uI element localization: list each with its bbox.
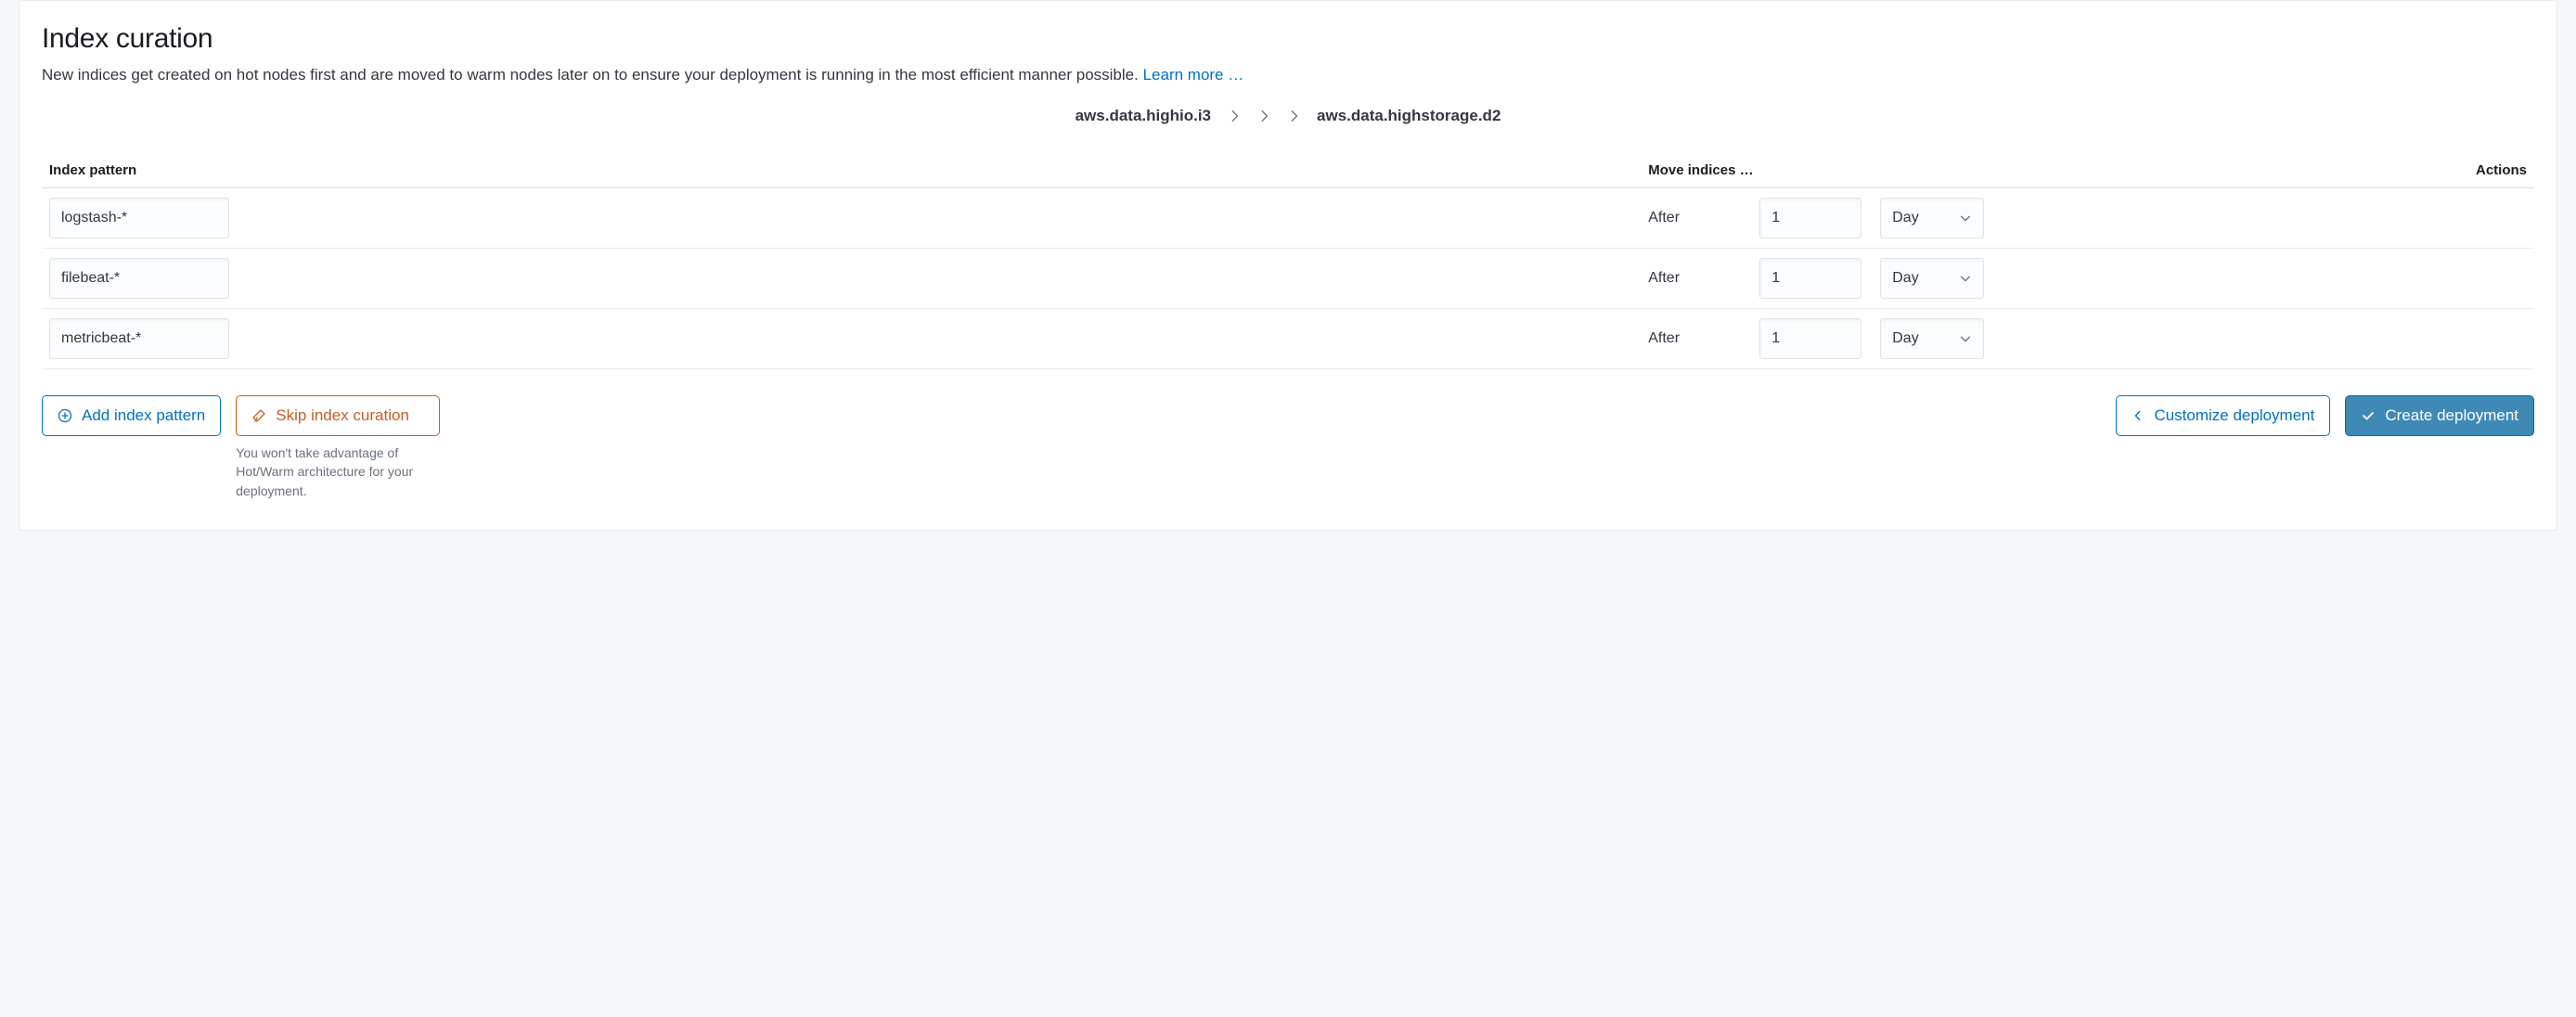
- skip-block: Skip index curation You won't take advan…: [236, 395, 440, 500]
- move-after-number-input[interactable]: [1759, 258, 1861, 299]
- table-row: After Day: [42, 249, 2534, 309]
- arrow-right-icon: [1287, 109, 1300, 122]
- after-label: After: [1641, 249, 1752, 309]
- check-icon: [2361, 408, 2376, 423]
- curation-rules-table: Index pattern Move indices … Actions Aft…: [42, 153, 2534, 369]
- index-curation-card: Index curation New indices get created o…: [19, 0, 2557, 531]
- node-transition-row: aws.data.highio.i3 aws.data.highstorage.…: [42, 107, 2534, 125]
- col-header-actions: Actions: [1993, 153, 2534, 188]
- chevron-down-icon: [1959, 212, 1972, 225]
- table-row: After Day: [42, 309, 2534, 369]
- index-pattern-input[interactable]: [49, 318, 229, 359]
- move-after-number-input[interactable]: [1759, 318, 1861, 359]
- table-row: After Day: [42, 188, 2534, 249]
- after-label: After: [1641, 188, 1752, 249]
- after-label: After: [1641, 309, 1752, 369]
- time-unit-select[interactable]: Day: [1880, 318, 1984, 359]
- customize-deployment-button[interactable]: Customize deployment: [2116, 395, 2330, 436]
- col-header-pattern: Index pattern: [42, 153, 1641, 188]
- footer-actions: Add index pattern Skip index curation Yo…: [42, 395, 2534, 500]
- description-text: New indices get created on hot nodes fir…: [42, 66, 1143, 84]
- skip-label: Skip index curation: [276, 406, 409, 425]
- create-label: Create deployment: [2385, 406, 2518, 425]
- add-index-pattern-button[interactable]: Add index pattern: [42, 395, 221, 436]
- page-description: New indices get created on hot nodes fir…: [42, 66, 2534, 84]
- source-node-label: aws.data.highio.i3: [1075, 107, 1211, 125]
- chevron-down-icon: [1959, 332, 1972, 345]
- move-after-number-input[interactable]: [1759, 198, 1861, 238]
- index-pattern-input[interactable]: [49, 198, 229, 238]
- index-pattern-input[interactable]: [49, 258, 229, 299]
- col-header-move: Move indices …: [1641, 153, 1993, 188]
- create-deployment-button[interactable]: Create deployment: [2345, 395, 2534, 436]
- chevron-down-icon: [1959, 272, 1972, 285]
- add-index-pattern-label: Add index pattern: [82, 406, 205, 425]
- time-unit-value: Day: [1892, 330, 1918, 347]
- plus-circle-icon: [58, 408, 72, 423]
- learn-more-link[interactable]: Learn more …: [1143, 66, 1244, 84]
- time-unit-select[interactable]: Day: [1880, 198, 1984, 238]
- time-unit-value: Day: [1892, 270, 1918, 287]
- skip-hint-text: You won't take advantage of Hot/Warm arc…: [236, 444, 440, 500]
- dest-node-label: aws.data.highstorage.d2: [1317, 107, 1501, 125]
- skip-index-curation-button[interactable]: Skip index curation: [236, 395, 440, 436]
- broom-icon: [251, 408, 266, 423]
- time-unit-value: Day: [1892, 210, 1918, 226]
- chevron-left-icon: [2132, 409, 2145, 422]
- time-unit-select[interactable]: Day: [1880, 258, 1984, 299]
- page-title: Index curation: [42, 23, 2534, 55]
- arrow-right-icon: [1257, 109, 1270, 122]
- arrow-right-icon: [1228, 109, 1241, 122]
- customize-label: Customize deployment: [2154, 406, 2314, 425]
